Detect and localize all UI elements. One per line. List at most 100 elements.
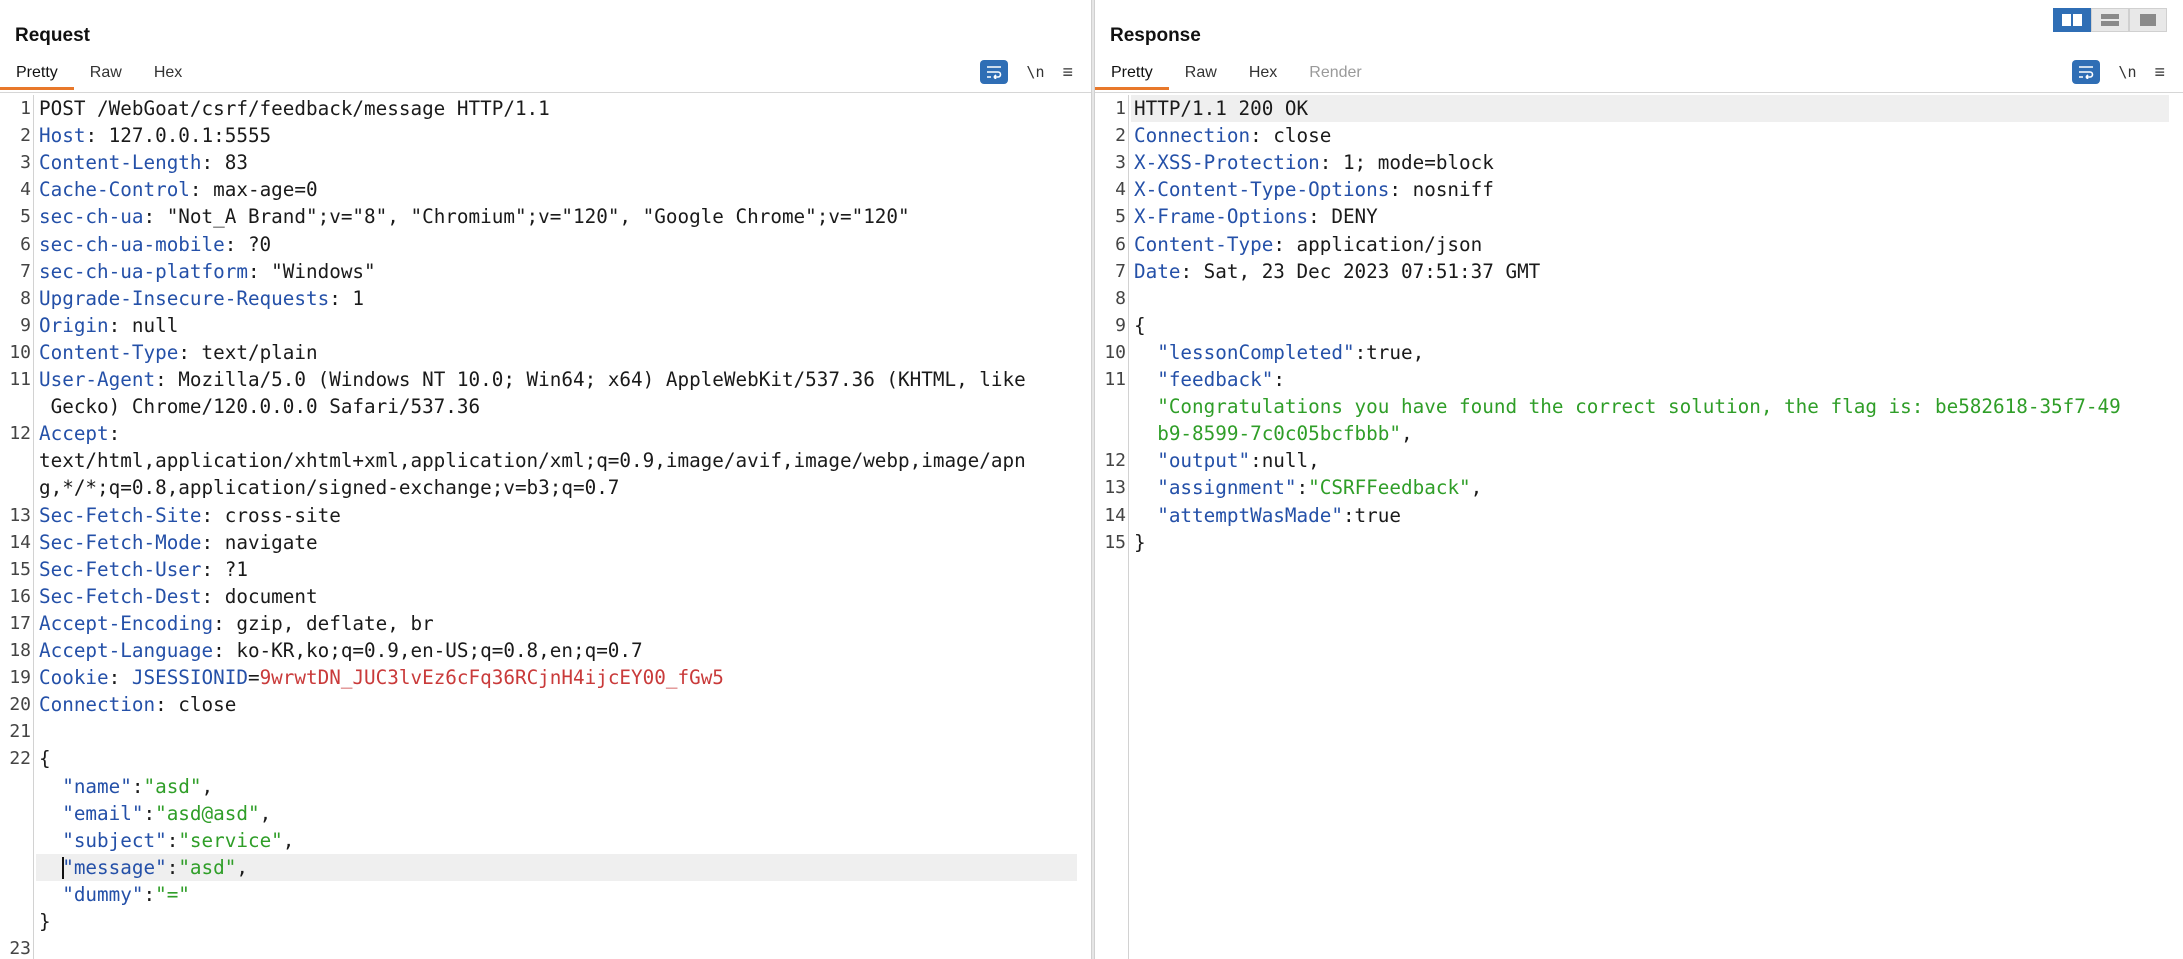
newline-toggle-button[interactable]: \n (1026, 63, 1044, 81)
code-token: text/html,application/xhtml+xml,applicat… (39, 449, 1026, 473)
code-token: sec-ch-ua-mobile (39, 232, 225, 256)
code-text: Accept-Encoding: gzip, deflate, br (39, 610, 434, 637)
layout-toggle (2053, 8, 2167, 32)
split-layout-icon[interactable] (2053, 8, 2091, 32)
code-token: , (1401, 422, 1413, 446)
code-token: "asd@asd" (155, 801, 260, 825)
code-token: , (236, 855, 248, 879)
code-line[interactable] (36, 908, 1077, 935)
line-number: 2 (1115, 125, 1126, 147)
code-token: User-Agent (39, 368, 156, 391)
code-token: { (39, 747, 51, 771)
line-number: 4 (20, 179, 31, 201)
tab-request-hex[interactable]: Hex (138, 60, 198, 90)
code-token: Accept-Encoding (39, 611, 214, 635)
code-text: Accept: (39, 420, 120, 447)
code-text: { (1134, 312, 1146, 339)
code-token: , (282, 828, 295, 852)
code-token: : ?1 (201, 557, 248, 581)
code-text: sec-ch-ua-platform: "Windows" (39, 258, 376, 285)
code-token: Content-Type (1134, 232, 1274, 256)
code-line[interactable] (36, 745, 1077, 772)
line-number: 15 (1104, 531, 1126, 553)
rows-layout-icon[interactable] (2091, 8, 2129, 32)
line-number: 9 (1115, 314, 1126, 336)
tab-request-raw[interactable]: Raw (74, 60, 138, 90)
code-text: HTTP/1.1 200 OK (1134, 95, 1308, 122)
request-editor[interactable]: 1 POST /WebGoat/csrf/feedback/message HTT… (0, 95, 1091, 959)
code-text: Content-Length: 83 (39, 149, 248, 176)
code-text: Origin: null (39, 312, 178, 339)
editor-divider (0, 92, 1091, 93)
code-token: "subject" (39, 828, 167, 852)
single-layout-icon[interactable] (2129, 8, 2167, 32)
code-text: Connection: close (1134, 122, 1331, 149)
code-token: Gecko) Chrome/120.0.0.0 Safari/537.36 (39, 395, 481, 419)
code-text: b9-8599-7c0c05bcfbbb", (1134, 420, 1413, 447)
tab-request-pretty[interactable]: Pretty (0, 60, 74, 90)
line-number: 11 (1104, 369, 1126, 390)
newline-toggle-button[interactable]: \n (2118, 63, 2136, 81)
line-number: 8 (1115, 287, 1126, 309)
line-number: 13 (1104, 477, 1126, 499)
code-token: g,*/*;q=0.8,application/signed-exchange;… (39, 476, 620, 500)
line-number: 12 (1104, 450, 1126, 472)
code-token: : document (201, 584, 318, 608)
tab-response-raw[interactable]: Raw (1169, 60, 1233, 90)
tab-response-pretty[interactable]: Pretty (1095, 60, 1169, 90)
code-token: Sec-Fetch-Mode (39, 530, 202, 554)
code-token: "asd" (143, 774, 202, 798)
tab-response-render[interactable]: Render (1293, 60, 1377, 90)
code-token: : 1 (329, 286, 365, 310)
code-token: : close (155, 693, 237, 717)
code-token: Date (1134, 259, 1181, 283)
code-text: g,*/*;q=0.8,application/signed-exchange;… (39, 474, 619, 501)
code-text: "subject":"service", (39, 827, 294, 854)
code-line[interactable] (1131, 312, 2169, 339)
code-token: Sec-Fetch-Site (39, 503, 202, 527)
code-text: text/html,application/xhtml+xml,applicat… (39, 447, 1026, 474)
code-text: Sec-Fetch-User: ?1 (39, 556, 248, 583)
code-token: Host (39, 124, 86, 148)
response-editor[interactable]: 1 HTTP/1.1 200 OK 2 Connection: close 3 X-XSS… (1095, 95, 2183, 959)
code-token: : 127.0.0.1:5555 (85, 124, 272, 148)
code-text: "email":"asd@asd", (39, 800, 271, 827)
code-token: "attemptWasMade" (1134, 503, 1343, 527)
code-line[interactable] (1131, 366, 2169, 393)
request-title: Request (15, 25, 90, 46)
code-line[interactable] (36, 881, 1077, 908)
code-text: Sec-Fetch-Dest: document (39, 583, 318, 610)
code-text: Content-Type: text/plain (39, 339, 318, 366)
line-number: 14 (1104, 504, 1126, 526)
code-token: : application/json (1273, 232, 1483, 256)
text-wrap-icon[interactable] (980, 60, 1009, 84)
code-line[interactable] (1131, 285, 2169, 312)
request-tabs: Pretty Raw Hex (0, 60, 198, 90)
code-text: Cache-Control: max-age=0 (39, 176, 318, 203)
code-text: Date: Sat, 23 Dec 2023 07:51:37 GMT (1134, 258, 1540, 285)
line-number: 15 (9, 558, 31, 580)
hamburger-menu-icon[interactable]: ≡ (1062, 63, 1073, 81)
tab-response-hex[interactable]: Hex (1233, 60, 1293, 90)
code-token: = (247, 666, 260, 690)
hamburger-menu-icon[interactable]: ≡ (2154, 63, 2165, 81)
line-number: 20 (9, 694, 31, 716)
code-text: POST /WebGoat/csrf/feedback/message HTTP… (39, 95, 550, 122)
line-number: 7 (20, 260, 31, 282)
code-text: "name":"asd", (39, 773, 213, 800)
text-wrap-icon[interactable] (2072, 60, 2101, 84)
code-token: } (1134, 530, 1146, 554)
code-line[interactable] (36, 718, 1077, 745)
code-token: "output" (1134, 449, 1251, 473)
line-number: 18 (9, 640, 31, 661)
code-token: : cross-site (201, 503, 341, 527)
code-line[interactable] (36, 312, 1077, 339)
code-line[interactable] (1131, 529, 2169, 556)
code-line[interactable] (36, 935, 1077, 959)
line-number: 3 (20, 152, 31, 174)
code-token: : nosniff (1389, 178, 1494, 202)
code-line[interactable] (36, 420, 1077, 447)
code-token: "dummy" (39, 882, 144, 906)
code-token: Sec-Fetch-Dest (39, 584, 202, 608)
code-token: Sec-Fetch-User (39, 557, 202, 581)
